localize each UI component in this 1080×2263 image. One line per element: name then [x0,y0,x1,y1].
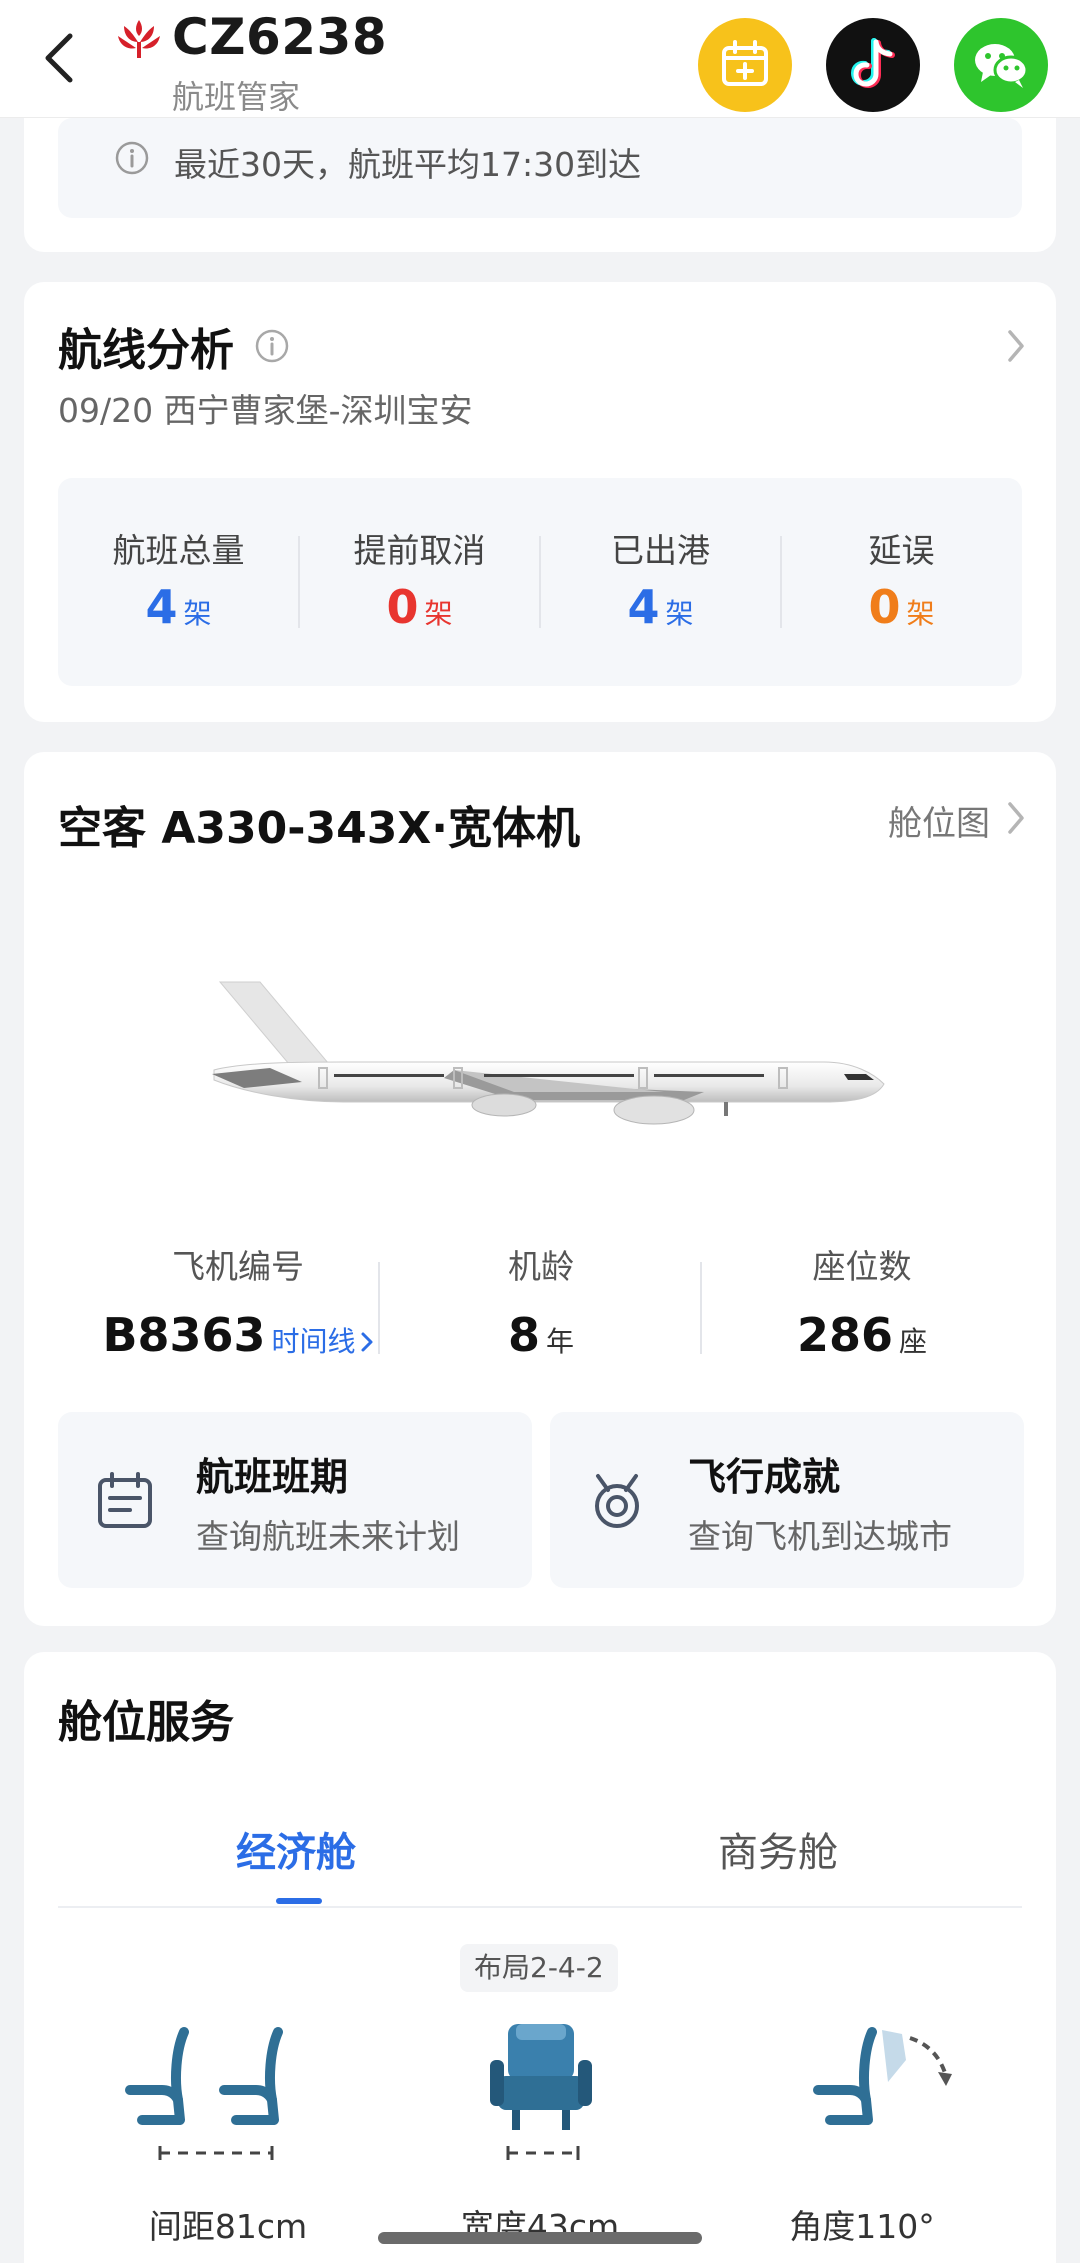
cabin-service-title: 舱位服务 [58,1697,234,1748]
seats-value: 286 [796,1308,893,1362]
stat-label: 已出港 [611,531,710,570]
aircraft-card: 空客 A330-343X·宽体机 舱位图 飞机编号 B8363 时间线 机龄 8… [24,752,1056,1626]
stat-unit: 架 [424,597,453,630]
home-indicator[interactable] [378,2232,702,2244]
stat-departed: 已出港 4架 [540,478,781,686]
registration-label: 飞机编号 [172,1247,304,1286]
seats-label: 座位数 [812,1247,912,1286]
medal-icon [595,1474,639,1528]
seat-map-link[interactable]: 舱位图 [888,796,990,845]
tab-business[interactable]: 商务舱 [718,1820,838,1878]
age-unit: 年 [546,1325,575,1358]
info-icon [115,141,149,175]
route-analysis-title: 航线分析 [58,325,234,376]
stat-label: 延误 [868,531,935,570]
tiktok-share-button[interactable] [826,18,920,112]
stat-unit: 架 [665,597,694,630]
calendar-add-icon [722,40,768,86]
calendar-add-button[interactable] [698,18,792,112]
aircraft-illustration [212,981,885,1125]
divider [378,1262,380,1354]
seat-recline-caption: 角度110° [789,2207,935,2246]
route-stats: 航班总量 4架 提前取消 0架 已出港 4架 延误 0架 [58,478,1022,686]
tab-divider [58,1906,1022,1908]
stat-unit: 架 [906,597,935,630]
seat-width-icon [490,2024,592,2160]
stat-total-flights: 航班总量 4架 [58,478,299,686]
flight-number: CZ6238 [172,8,388,66]
age-value: 8 [507,1308,540,1362]
wechat-icon [975,44,1029,88]
stat-unit: 架 [183,597,212,630]
wechat-share-button[interactable] [954,18,1048,112]
seat-pitch-icon [125,2027,283,2160]
seat-layout-badge: 布局2-4-2 [460,1944,618,1992]
stat-value: 4 [627,580,660,634]
back-icon[interactable] [38,28,82,88]
arrival-notice-text: 最近30天，航班平均17:30到达 [174,145,642,184]
cabin-service-card: 舱位服务 经济舱 商务舱 布局2-4-2 间距81cm 宽度43cm 角度110… [24,1652,1056,2263]
registration-stat: 飞机编号 B8363 时间线 [78,1240,398,1362]
route-analysis-card[interactable]: 航线分析 09/20 西宁曹家堡-深圳宝安 航班总量 4架 提前取消 0架 已出… [24,282,1056,722]
stat-label: 提前取消 [353,531,486,570]
route-subtitle: 09/20 西宁曹家堡-深圳宝安 [58,391,473,430]
age-label: 机龄 [508,1247,574,1286]
tile-title: 飞行成就 [688,1455,841,1499]
chevron-right-icon[interactable] [360,1331,374,1353]
seats-unit: 座 [899,1325,928,1358]
tile-subtitle: 查询航班未来计划 [196,1517,460,1556]
chevron-right-icon[interactable] [1004,798,1028,838]
seat-recline-icon [813,2027,952,2125]
stat-value: 0 [868,580,901,634]
active-tab-indicator [276,1898,322,1904]
tile-title: 航班班期 [196,1455,349,1499]
seats-stat: 座位数 286 座 [702,1240,1022,1362]
app-name: 航班管家 [172,78,301,116]
stat-value: 4 [145,580,178,634]
stat-delayed: 延误 0架 [781,478,1022,686]
stat-label: 航班总量 [112,531,245,570]
stat-cancelled: 提前取消 0架 [299,478,540,686]
stat-value: 0 [386,580,419,634]
arrival-notice: 最近30天，航班平均17:30到达 [58,118,1022,218]
tab-economy[interactable]: 经济舱 [236,1820,356,1878]
airline-logo [118,20,160,58]
aircraft-type-title: 空客 A330-343X·宽体机 [58,803,580,854]
schedule-icon [98,1472,152,1528]
flight-schedule-tile[interactable]: 航班班期 查询航班未来计划 [58,1412,532,1588]
chevron-right-icon[interactable] [1004,326,1028,366]
info-icon[interactable] [254,328,290,364]
registration-value: B8363 [102,1308,266,1362]
timeline-link[interactable]: 时间线 [272,1325,356,1358]
seat-pitch-caption: 间距81cm [148,2207,308,2246]
tile-subtitle: 查询飞机到达城市 [688,1517,952,1556]
tiktok-icon [850,38,895,89]
age-stat: 机龄 8年 [381,1240,701,1362]
top-nav-bar: CZ6238 航班管家 [0,0,1080,118]
flight-achievement-tile[interactable]: 飞行成就 查询飞机到达城市 [550,1412,1024,1588]
